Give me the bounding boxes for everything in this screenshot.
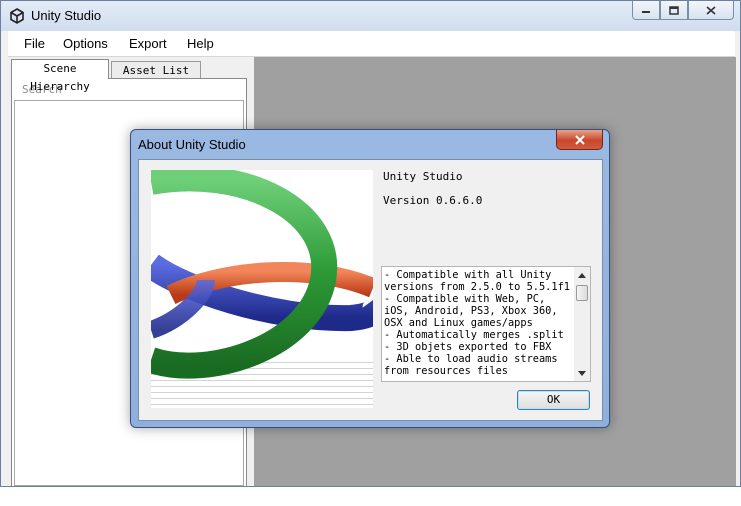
about-dialog: About Unity Studio Unity Studio Version … — [130, 129, 610, 428]
dialog-close-button[interactable] — [556, 130, 603, 150]
unity-studio-logo — [151, 170, 373, 408]
ok-button[interactable]: OK — [517, 390, 590, 410]
unity-logo-icon — [10, 8, 24, 24]
dialog-body: Unity Studio Version 0.6.6.0 - Compatibl… — [138, 159, 603, 421]
scroll-thumb[interactable] — [576, 285, 588, 301]
close-button[interactable] — [688, 1, 734, 20]
menu-help[interactable]: Help — [187, 36, 214, 51]
window-title: Unity Studio — [31, 8, 102, 23]
minimize-icon — [642, 11, 650, 13]
scroll-up-button[interactable] — [574, 267, 590, 283]
maximize-button[interactable] — [660, 1, 688, 20]
program-name: Unity Studio — [383, 170, 463, 183]
features-text: - Compatible with all Unity versions fro… — [384, 269, 570, 377]
minimize-button[interactable] — [632, 1, 660, 20]
features-scrollbar[interactable] — [574, 267, 590, 381]
dialog-title: About Unity Studio — [138, 137, 246, 152]
close-icon — [706, 5, 716, 15]
close-icon — [574, 134, 585, 145]
arrow-down-icon — [578, 370, 586, 376]
arrow-up-icon — [578, 272, 586, 278]
program-version: Version 0.6.6.0 — [383, 194, 483, 207]
menu-options[interactable]: Options — [63, 36, 108, 51]
tab-scene-hierarchy[interactable]: Scene Hierarchy — [11, 59, 109, 93]
tab-asset-list[interactable]: Asset List — [111, 61, 201, 79]
menu-file[interactable]: File — [24, 36, 45, 51]
menu-bar: File Options Export Help — [8, 31, 735, 57]
menu-export[interactable]: Export — [129, 36, 167, 51]
maximize-icon — [669, 5, 679, 15]
scroll-down-button[interactable] — [574, 365, 590, 381]
features-textbox[interactable]: - Compatible with all Unity versions fro… — [381, 266, 591, 382]
title-bar[interactable]: Unity Studio — [1, 1, 740, 31]
